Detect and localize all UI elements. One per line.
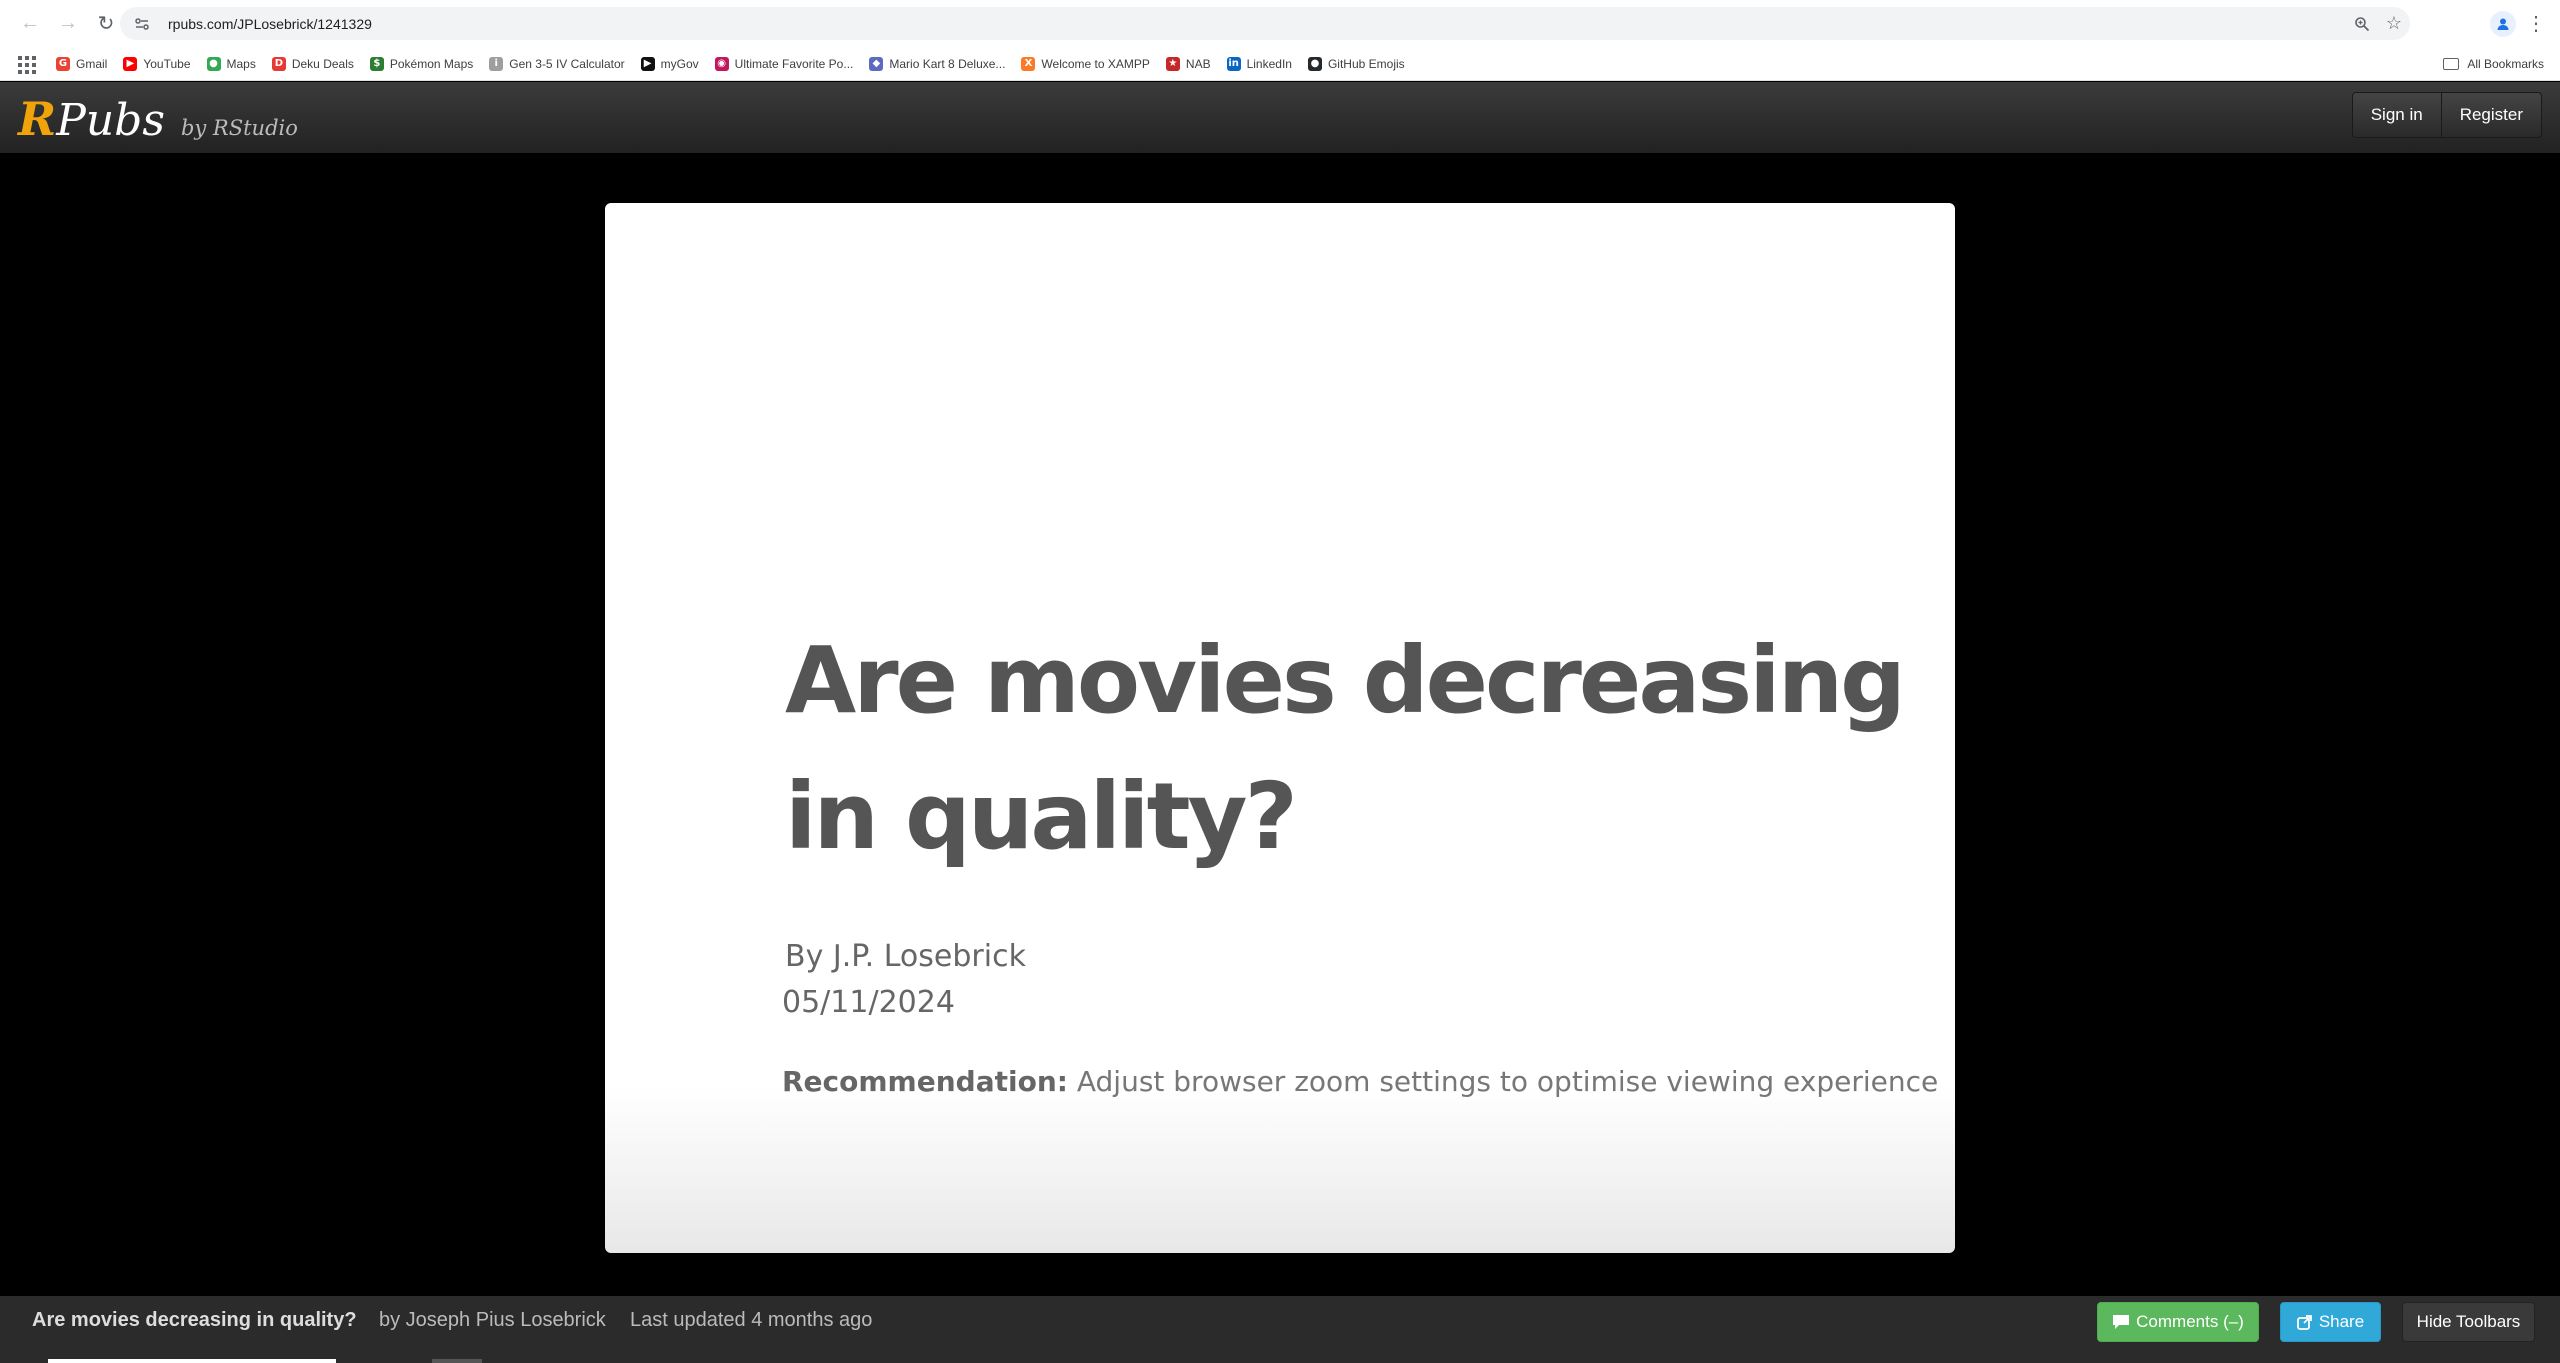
- zoom-icon[interactable]: [2346, 8, 2378, 40]
- browser-toolbar: ← → ↻ rpubs.com/JPLosebrick/1241329 ☆ ⋮: [0, 0, 2560, 47]
- bookmark-item[interactable]: ▶ YouTube: [123, 52, 191, 76]
- bookmark-label: Ultimate Favorite Po...: [734, 56, 854, 71]
- bookmark-item[interactable]: ▶ myGov: [640, 52, 699, 76]
- reload-icon[interactable]: ↻: [88, 6, 124, 42]
- last-updated: Last updated 4 months ago: [630, 1309, 873, 1331]
- youtube-icon: ▶: [123, 56, 138, 71]
- address-bar[interactable]: rpubs.com/JPLosebrick/1241329 ☆: [120, 7, 2410, 40]
- favorite-icon: ◉: [714, 56, 729, 71]
- site-info-icon[interactable]: [132, 14, 152, 34]
- hide-toolbars-button[interactable]: Hide Toolbars: [2402, 1302, 2535, 1342]
- share-icon: [2296, 1315, 2312, 1330]
- bookmark-label: YouTube: [143, 56, 191, 71]
- slide-date: 05/11/2024: [782, 985, 955, 1020]
- url-text: rpubs.com/JPLosebrick/1241329: [168, 15, 372, 32]
- bookmark-label: Welcome to XAMPP: [1041, 56, 1150, 71]
- bookmark-label: LinkedIn: [1246, 56, 1292, 71]
- logo-pubs: Pubs: [56, 95, 165, 146]
- folder-icon: [2443, 58, 2460, 70]
- bookmark-item[interactable]: ● Maps: [206, 52, 256, 76]
- rpubs-header: R Pubs by RStudio Sign in Register: [0, 82, 2560, 153]
- bookmark-label: GitHub Emojis: [1327, 56, 1405, 71]
- bookmark-item[interactable]: i Gen 3-5 IV Calculator: [489, 52, 625, 76]
- slide-recommendation: Recommendation: Adjust browser zoom sett…: [782, 1065, 1938, 1098]
- iv-calculator-icon: i: [489, 56, 504, 71]
- comments-button[interactable]: Comments (–): [2097, 1302, 2259, 1342]
- all-bookmarks-label: All Bookmarks: [2467, 57, 2544, 71]
- comment-icon: [2113, 1315, 2130, 1329]
- recommendation-label: Recommendation:: [782, 1065, 1068, 1098]
- xampp-icon: X: [1021, 56, 1036, 71]
- register-button[interactable]: Register: [2440, 93, 2541, 137]
- document-toolbar: Are movies decreasing in quality? by Jos…: [0, 1296, 2560, 1363]
- bookmark-label: Mario Kart 8 Deluxe...: [889, 56, 1006, 71]
- bookmark-label: Gen 3-5 IV Calculator: [509, 56, 625, 71]
- share-button[interactable]: Share: [2280, 1302, 2381, 1342]
- bookmark-item[interactable]: in LinkedIn: [1226, 52, 1292, 76]
- bookmark-label: Gmail: [76, 56, 108, 71]
- share-label: Share: [2318, 1312, 2365, 1331]
- all-bookmarks-button[interactable]: All Bookmarks: [2443, 52, 2544, 76]
- logo-r: R: [18, 92, 57, 146]
- bookmark-item[interactable]: ★ NAB: [1165, 52, 1211, 76]
- rpubs-logo[interactable]: R Pubs by RStudio: [18, 92, 298, 146]
- forward-icon[interactable]: →: [50, 6, 86, 42]
- linkedin-icon: in: [1226, 56, 1241, 71]
- slide-title: Are movies decreasing in quality?: [785, 627, 1906, 870]
- bookmarks-bar: G Gmail ▶ YouTube ● Maps D Deku Deals $ Pokémon M…: [0, 47, 2560, 81]
- scroll-indicator: [48, 1359, 336, 1363]
- maps-icon: ●: [206, 56, 221, 71]
- bookmark-star-icon[interactable]: ☆: [2378, 8, 2410, 40]
- bookmark-label: Deku Deals: [291, 56, 354, 71]
- gmail-icon: G: [56, 56, 70, 71]
- document-title[interactable]: Are movies decreasing in quality?: [32, 1309, 357, 1332]
- bookmark-item[interactable]: ◉ Ultimate Favorite Po...: [714, 52, 854, 76]
- bookmark-item[interactable]: D Deku Deals: [271, 52, 354, 76]
- browser-menu-icon[interactable]: ⋮: [2524, 8, 2548, 40]
- document-author[interactable]: by Joseph Pius Losebrick: [379, 1309, 606, 1332]
- recommendation-text: Adjust browser zoom settings to optimise…: [1067, 1065, 1939, 1098]
- back-icon[interactable]: ←: [12, 6, 48, 42]
- nab-icon: ★: [1165, 56, 1180, 71]
- bookmark-item[interactable]: ◆ Mario Kart 8 Deluxe...: [869, 52, 1005, 76]
- logo-by-rstudio: by RStudio: [180, 116, 298, 140]
- bookmark-label: NAB: [1185, 56, 1211, 71]
- scroll-indicator-secondary: [432, 1359, 482, 1363]
- deku-deals-icon: D: [271, 56, 286, 71]
- auth-buttons: Sign in Register: [2351, 92, 2542, 138]
- github-icon: ●: [1307, 56, 1322, 71]
- mario-kart-icon: ◆: [869, 56, 884, 71]
- pokemon-maps-icon: $: [369, 56, 384, 71]
- apps-grid-icon[interactable]: [16, 54, 36, 74]
- sign-in-button[interactable]: Sign in: [2353, 93, 2441, 137]
- profile-avatar-icon[interactable]: [2490, 10, 2516, 37]
- bookmark-item[interactable]: G Gmail: [56, 52, 107, 76]
- bookmark-label: Pokémon Maps: [389, 56, 474, 71]
- bookmark-label: Maps: [226, 56, 256, 71]
- presentation-slide: Are movies decreasing in quality? By J.P…: [605, 203, 1955, 1253]
- bookmark-item[interactable]: ● GitHub Emojis: [1307, 52, 1405, 76]
- bookmark-item[interactable]: $ Pokémon Maps: [369, 52, 474, 76]
- bookmark-label: myGov: [660, 56, 699, 71]
- bookmark-item[interactable]: X Welcome to XAMPP: [1021, 52, 1150, 76]
- mygov-icon: ▶: [640, 56, 655, 71]
- comments-label: Comments (–): [2136, 1312, 2244, 1331]
- slide-author: By J.P. Losebrick: [785, 939, 1026, 974]
